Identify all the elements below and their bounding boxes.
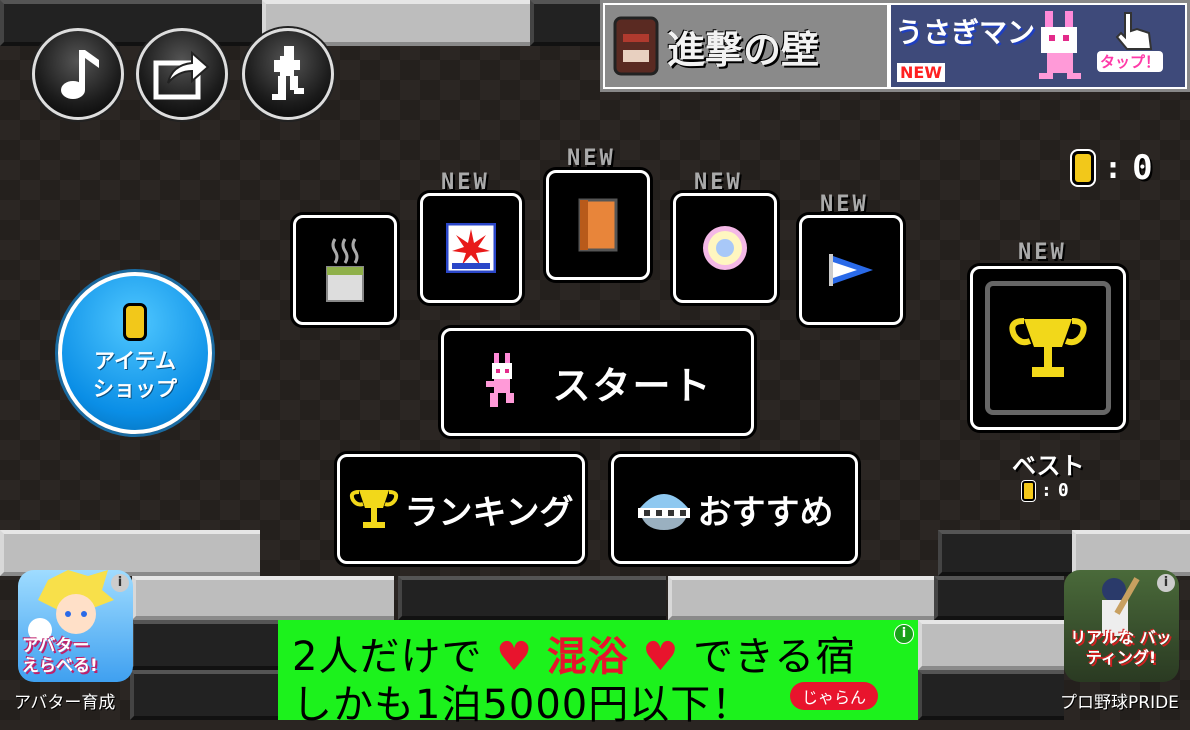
coin-icon xyxy=(1072,151,1094,185)
best-label: ベスト xyxy=(1012,452,1085,480)
red-sticker-card-icon xyxy=(446,223,496,273)
top-ad-banner[interactable]: 進撃の壁 うさぎマン NEW タップ！ xyxy=(600,0,1190,92)
item-slot-1[interactable] xyxy=(293,215,397,325)
rabbit-man-icon xyxy=(1039,11,1081,79)
new-tag-item-2: NEW xyxy=(441,170,490,195)
trophy-frame xyxy=(985,281,1111,415)
ranking-button[interactable]: ランキング xyxy=(337,454,585,564)
wall-brick xyxy=(0,0,262,46)
new-tag-item-5: NEW xyxy=(820,192,869,217)
left-ad-label: アバター育成 xyxy=(14,693,116,713)
music-toggle-button[interactable] xyxy=(32,28,124,120)
bottom-ad-banner[interactable]: 2人だけで ♥ 混浴 ♥ できる宿 しかも1泊5000円以下！ じゃらん i xyxy=(278,620,918,728)
wall-brick xyxy=(398,576,666,620)
item-slot-2[interactable] xyxy=(420,193,522,303)
left-side-ad[interactable]: アバター えらべる! i xyxy=(18,570,133,682)
wall-brick xyxy=(132,576,394,620)
rabbit-runner-icon xyxy=(486,353,515,407)
new-tag-best: NEW xyxy=(1018,240,1067,265)
best-score: : 0 xyxy=(1022,480,1069,501)
new-tag-item-3: NEW xyxy=(567,146,616,171)
ad-left-panel: 進撃の壁 xyxy=(605,5,887,87)
character-select-button[interactable] xyxy=(242,28,334,120)
trophy-icon xyxy=(349,490,398,528)
share-icon xyxy=(153,50,210,100)
start-button[interactable]: スタート xyxy=(441,328,754,436)
shop-label-line2: ショップ xyxy=(93,377,177,401)
ranking-label: ランキング xyxy=(404,492,574,533)
runner-silhouette-icon xyxy=(272,46,304,100)
shop-label-line1: アイテム xyxy=(94,349,176,373)
wall-brick xyxy=(130,670,278,720)
best-separator: : xyxy=(1041,480,1052,501)
left-ad-overlay: アバター えらべる! xyxy=(22,636,98,676)
coin-icon xyxy=(1022,480,1035,501)
coin-value: 0 xyxy=(1132,148,1153,188)
wall-brick xyxy=(938,530,1072,576)
recommend-button[interactable]: おすすめ xyxy=(611,454,858,564)
pink-donut-icon xyxy=(703,226,747,270)
steaming-cup-icon xyxy=(326,238,364,302)
best-trophy-button[interactable] xyxy=(970,266,1126,430)
wall-brick xyxy=(918,620,1064,670)
ad-line2: しかも1泊5000円以下！ xyxy=(292,682,753,728)
right-ad-label: プロ野球PRIDE xyxy=(1060,693,1179,713)
blue-flag-icon xyxy=(829,254,873,286)
item-shop-button[interactable]: アイテム ショップ xyxy=(58,272,212,434)
share-button[interactable] xyxy=(136,28,228,120)
ad-info-icon[interactable]: i xyxy=(111,574,129,592)
trophy-icon xyxy=(1009,318,1087,377)
wall-brick xyxy=(918,670,1064,720)
orange-book-icon xyxy=(578,198,618,252)
right-ad-overlay: リアルな バッティング! xyxy=(1070,628,1172,667)
recommend-label: おすすめ xyxy=(697,492,834,533)
wall-brick xyxy=(530,0,600,46)
item-slot-4[interactable] xyxy=(673,193,777,303)
ad-left-text: 進撃の壁 xyxy=(667,27,820,72)
wall-brick xyxy=(934,576,1064,620)
item-slot-3[interactable] xyxy=(546,170,650,280)
hand-tap-icon xyxy=(1115,12,1153,50)
ad-info-icon[interactable]: i xyxy=(894,624,914,644)
coin-separator: : xyxy=(1104,150,1123,186)
item-slot-5[interactable] xyxy=(799,215,903,325)
ad-info-icon[interactable]: i xyxy=(1157,574,1175,592)
ad-new-badge: NEW xyxy=(897,63,945,82)
start-label: スタート xyxy=(552,363,713,408)
wall-brick xyxy=(668,576,934,620)
ad-brand: じゃらん xyxy=(790,682,879,710)
ad-right-panel: うさぎマン NEW タップ！ xyxy=(891,5,1185,87)
best-value: 0 xyxy=(1057,480,1069,501)
coin-counter: : 0 xyxy=(1072,148,1153,188)
ad-tap-label: タップ！ xyxy=(1097,51,1164,72)
music-note-icon xyxy=(61,50,99,99)
dome-robot-icon xyxy=(637,494,690,530)
titan-face-icon xyxy=(613,16,659,76)
ad-line-2: しかも1泊5000円以下！ xyxy=(292,672,752,730)
wall-brick xyxy=(130,620,278,670)
right-side-ad[interactable]: リアルな バッティング! i xyxy=(1064,570,1179,682)
ad-right-text: うさぎマン xyxy=(895,16,1036,49)
coin-icon xyxy=(123,303,147,341)
new-tag-item-4: NEW xyxy=(694,170,743,195)
